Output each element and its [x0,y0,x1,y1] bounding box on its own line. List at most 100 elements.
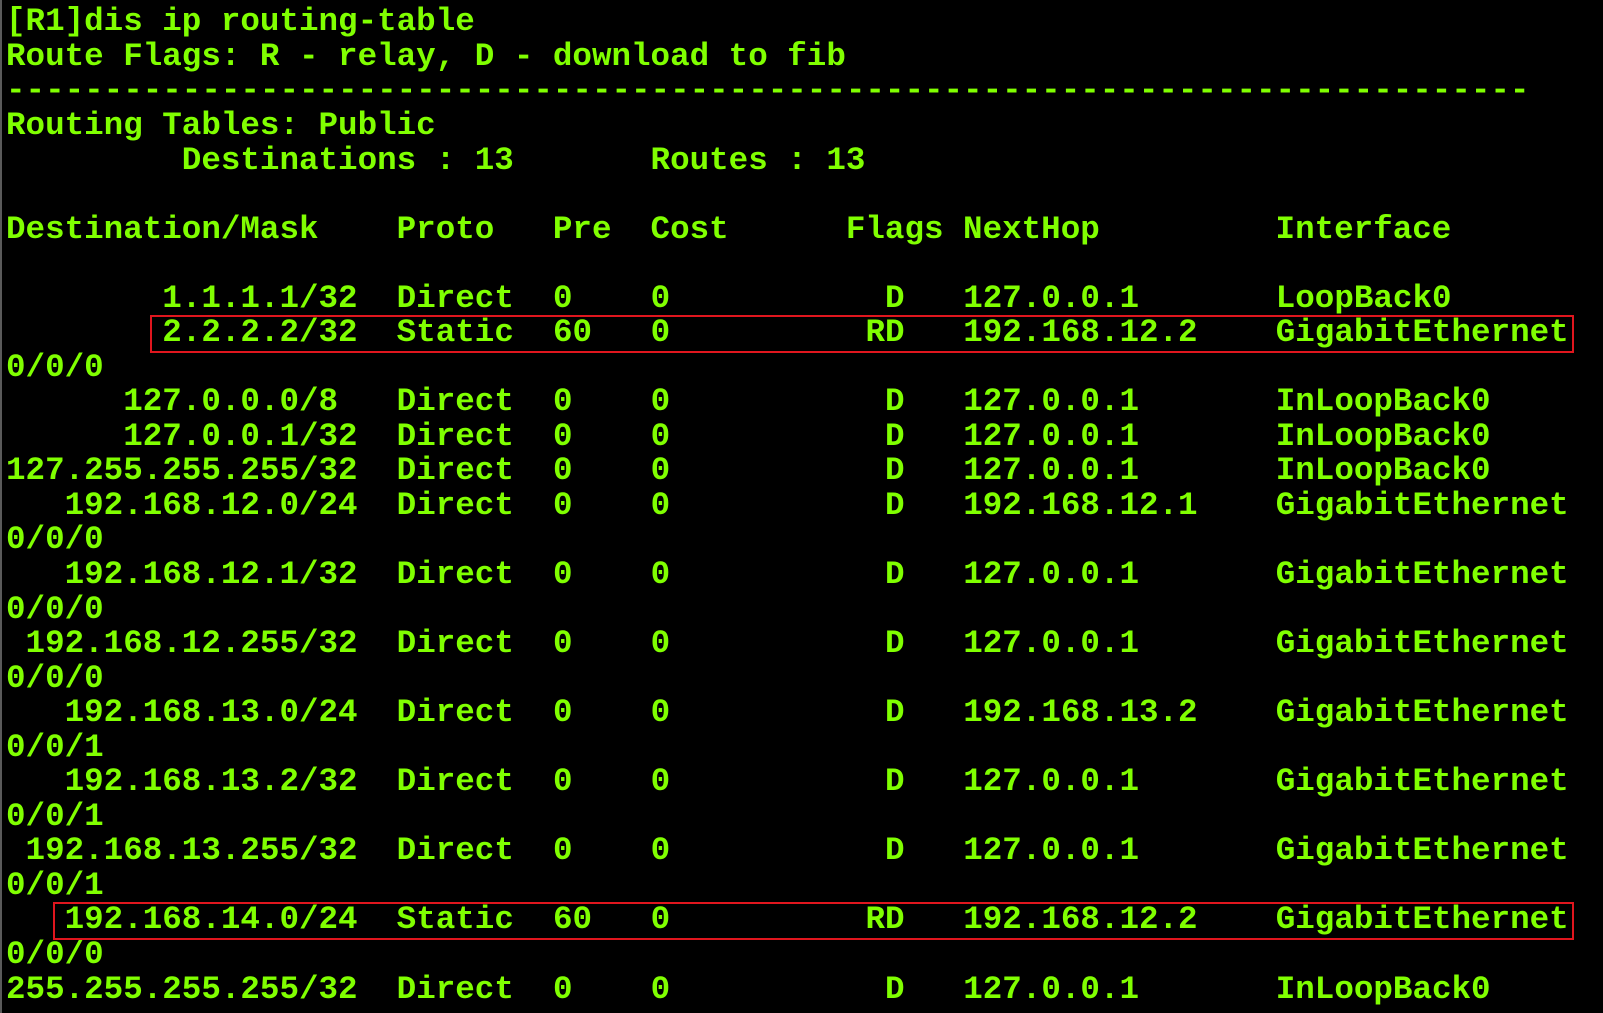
route-nexthop: 127.0.0.1 [963,279,1139,317]
route-destination: 255.255.255.255/32 [6,970,358,1008]
routing-table-name: Public [318,106,436,144]
route-nexthop: 192.168.13.2 [963,694,1198,732]
route-destination: 192.168.12.255/32 [25,625,358,663]
route-proto: Direct [396,625,514,663]
route-preference: 60 [552,314,593,352]
route-nexthop: 127.0.0.1 [963,556,1139,594]
window-left-border [0,0,2,1013]
route-cost: 0 [650,832,671,870]
route-proto: Direct [396,383,514,421]
route-cost: 0 [650,970,671,1008]
route-nexthop: 127.0.0.1 [963,970,1139,1008]
route-preference: 60 [552,901,593,939]
routes-label: Routes : [650,141,807,179]
route-flags: D [885,832,905,870]
route-flags: D [885,417,905,455]
route-nexthop: 192.168.12.2 [963,314,1198,352]
route-interface: InLoopBack0 [1275,417,1491,455]
header-nexthop: NextHop [963,210,1100,248]
route-row: 2.2.2.2/32 Static 60 0 RD 192.168.12.2 G… [6,314,1574,385]
route-nexthop: 127.0.0.1 [963,452,1139,490]
route-flags: D [885,279,905,317]
terminal-window[interactable]: [R1]dis ip routing-table Route Flags: R … [0,0,1603,1013]
route-row: 192.168.13.0/24 Direct 0 0 D 192.168.13.… [6,694,1569,765]
route-flags: D [885,970,905,1008]
route-flags: D [885,556,905,594]
route-destination: 127.0.0.1/32 [123,417,358,455]
route-flags: D [885,486,905,524]
route-flags: D [885,383,905,421]
route-destination: 192.168.13.255/32 [25,832,358,870]
route-preference: 0 [552,832,573,870]
route-row: 1.1.1.1/32 Direct 0 0 D 127.0.0.1 LoopBa… [6,279,1569,317]
route-destination: 1.1.1.1/32 [162,279,358,317]
route-cost: 0 [650,763,671,801]
header-destination-mask: Destination/Mask [6,210,319,248]
route-proto: Direct [396,694,514,732]
route-preference: 0 [552,556,573,594]
route-destination: 192.168.12.0/24 [64,486,358,524]
route-interface: LoopBack0 [1275,279,1452,317]
route-row: 127.0.0.0/8 Direct 0 0 D 127.0.0.1 InLoo… [6,385,1569,420]
route-proto: Direct [396,279,514,317]
route-preference: 0 [552,452,573,490]
route-row: 192.168.13.2/32 Direct 0 0 D 127.0.0.1 G… [6,765,1569,834]
route-preference: 0 [552,383,573,421]
route-preference: 0 [552,694,573,732]
route-destination: 192.168.14.0/24 [64,901,358,939]
route-row: 127.255.255.255/32 Direct 0 0 D 127.0.0.… [6,454,1569,489]
route-row: 127.0.0.1/32 Direct 0 0 D 127.0.0.1 InLo… [6,417,1569,455]
route-proto: Direct [396,452,514,490]
route-cost: 0 [650,486,671,524]
route-proto: Static [396,314,514,352]
routing-tables-label: Routing Tables: [6,106,299,144]
route-interface: InLoopBack0 [1275,970,1491,1008]
route-destination: 127.0.0.0/8 [123,383,339,421]
route-cost: 0 [650,383,671,421]
route-preference: 0 [552,970,573,1008]
header-cost: Cost [650,210,729,248]
route-destination: 127.255.255.255/32 [6,452,358,490]
terminal-output: [R1]dis ip routing-table Route Flags: R … [6,5,1574,1008]
route-flags-legend: Route Flags: R - relay, D - download to … [6,37,846,75]
route-cost: 0 [650,694,671,732]
route-preference: 0 [552,486,573,524]
table-header: Destination/Mask Proto Pre Cost Flags NextHop… [6,210,1569,248]
header-proto: Proto [396,210,495,248]
route-cost: 0 [650,452,671,490]
route-proto: Direct [396,832,514,870]
route-flags: RD [865,901,905,939]
routes-count: 13 [826,141,866,179]
route-interface: InLoopBack0 [1275,383,1491,421]
route-nexthop: 127.0.0.1 [963,383,1139,421]
route-preference: 0 [552,417,573,455]
cli-command: dis ip routing-table [84,3,475,41]
route-destination: 2.2.2.2/32 [162,314,358,352]
destinations-label: Destinations : [181,141,456,179]
route-row: 255.255.255.255/32 Direct 0 0 D 127.0.0.… [6,970,1569,1008]
routing-table-body: 1.1.1.1/32 Direct 0 0 D 127.0.0.1 LoopBa… [6,279,1574,1008]
header-flags: Flags [845,210,944,248]
route-cost: 0 [650,625,671,663]
command-line: [R1]dis ip routing-table [6,5,1569,40]
route-nexthop: 127.0.0.1 [963,832,1139,870]
route-proto: Direct [396,486,514,524]
route-row: 192.168.13.255/32 Direct 0 0 D 127.0.0.1… [6,834,1569,903]
route-row: 192.168.12.255/32 Direct 0 0 D 127.0.0.1… [6,625,1569,696]
route-nexthop: 192.168.12.1 [963,486,1198,524]
route-cost: 0 [650,279,671,317]
route-nexthop: 127.0.0.1 [963,625,1139,663]
route-proto: Direct [396,556,514,594]
route-destination: 192.168.13.0/24 [64,694,358,732]
summary-line: Destinations : 13 Routes : 13 [6,141,1569,179]
route-cost: 0 [650,417,671,455]
route-proto: Direct [396,417,514,455]
header-interface: Interface [1275,210,1452,248]
route-flags: D [885,625,905,663]
separator-line: ----------------------------------------… [6,72,1530,110]
route-preference: 0 [552,763,573,801]
route-interface: InLoopBack0 [1275,452,1491,490]
route-cost: 0 [650,901,671,939]
